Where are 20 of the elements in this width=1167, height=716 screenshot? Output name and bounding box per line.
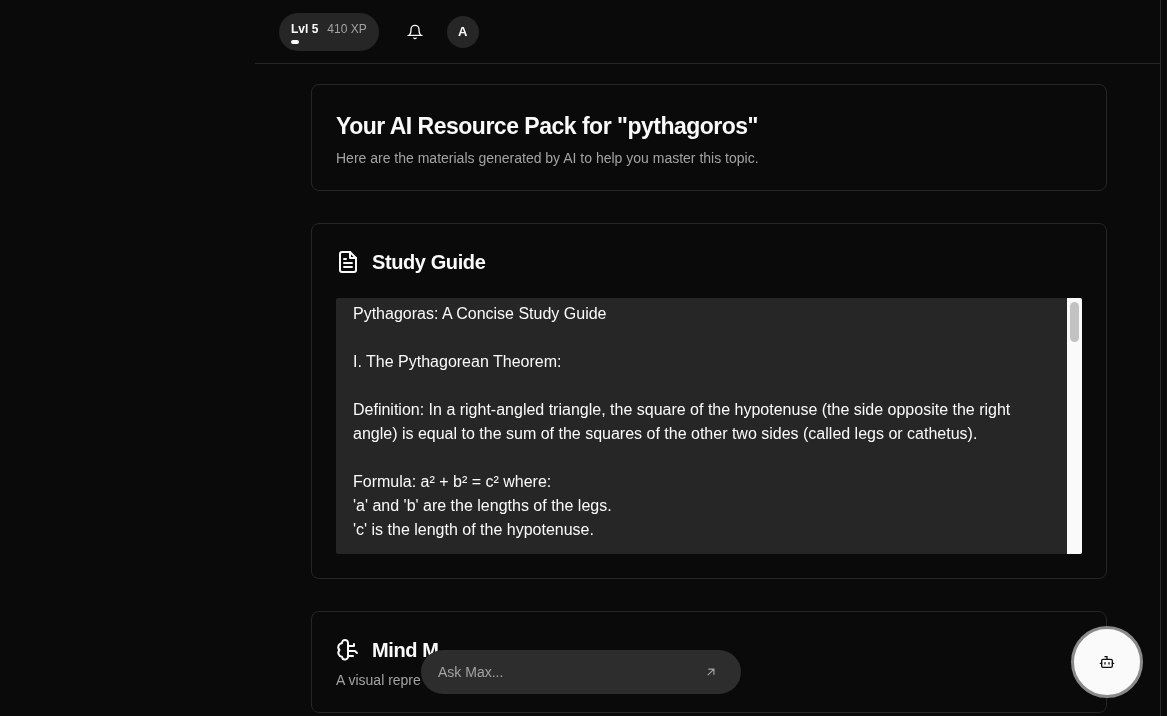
level-badge[interactable]: Lvl 5 410 XP	[279, 12, 379, 51]
xp-label: 410 XP	[327, 21, 367, 36]
bell-icon[interactable]	[406, 23, 423, 40]
section-title: Study Guide	[372, 250, 486, 274]
study-guide-line: Pythagoras: A Concise Study Guide	[353, 305, 607, 322]
scrollbar-thumb[interactable]	[1070, 302, 1079, 342]
study-guide-text-area[interactable]	[336, 298, 1082, 554]
study-guide-line: Formula: a² + b² = c² where:	[353, 473, 552, 490]
page-title: Your AI Resource Pack for "pythagoros"	[336, 113, 760, 140]
level-label: Lvl 5	[291, 21, 319, 36]
document-icon	[336, 250, 360, 274]
page-subtitle: Here are the materials generated by AI to help you master this topic.	[336, 150, 760, 166]
brain-icon	[336, 638, 360, 662]
robot-icon	[1099, 654, 1115, 670]
section-subtitle: A visual repre	[336, 672, 421, 688]
study-guide-line: I. The Pythagorean Theorem:	[353, 353, 562, 370]
user-avatar[interactable]: A	[446, 15, 479, 48]
study-guide-line: 'a' and 'b' are the lengths of the legs.	[353, 497, 612, 514]
study-guide-line: 'c' is the length of the hypotenuse.	[353, 521, 594, 538]
study-guide-line: Definition: In a right-angled triangle, the square of the hypotenuse (the side opposite the right angle) is equal to the sum of the squares of the other two sides (called legs or cathetus).	[353, 401, 1011, 442]
